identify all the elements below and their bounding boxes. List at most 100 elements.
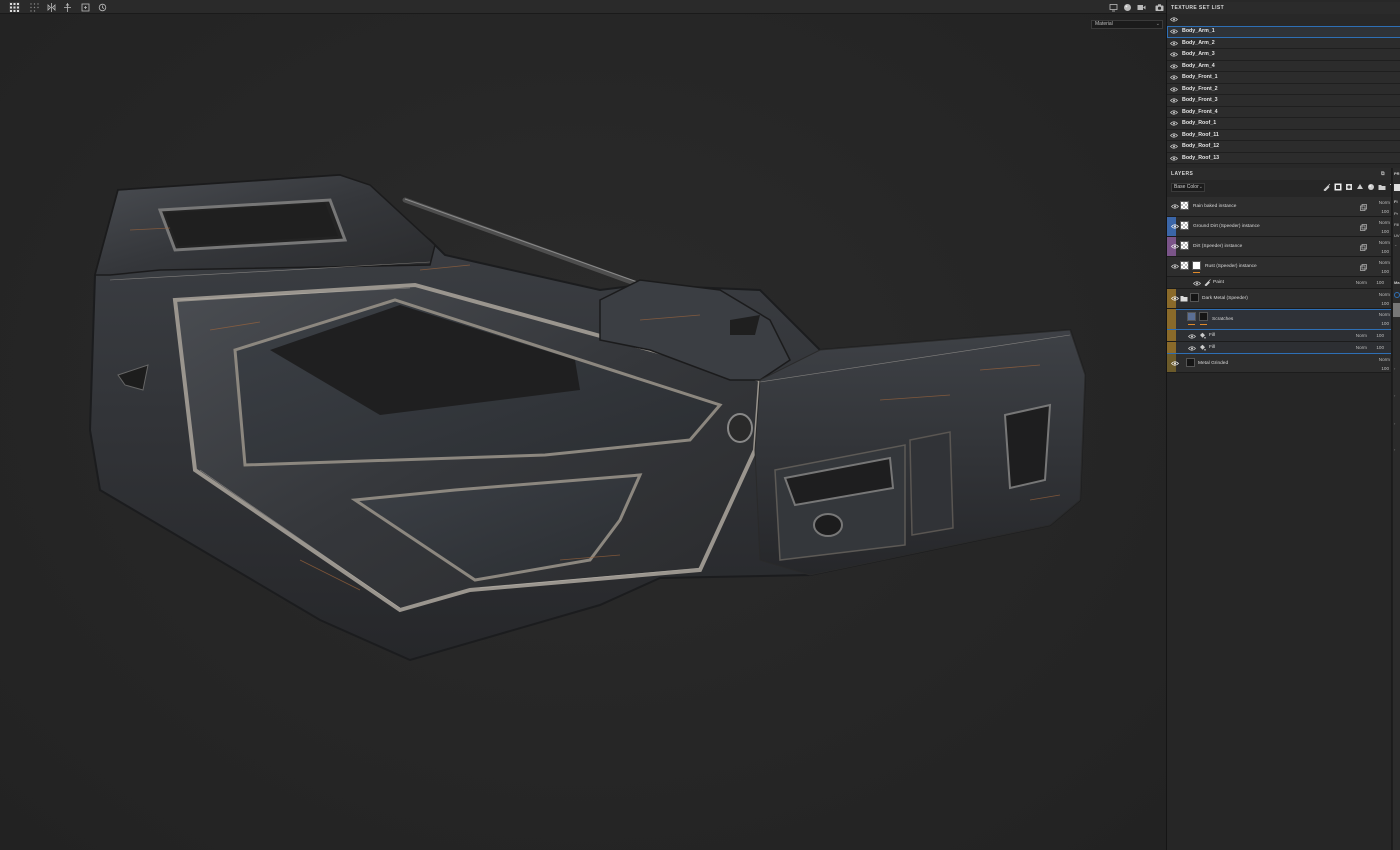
folder-icon[interactable] xyxy=(1180,295,1188,302)
eye-icon[interactable] xyxy=(1170,98,1178,103)
opacity-value[interactable]: 100 xyxy=(1381,321,1389,326)
blend-mode[interactable]: Norm xyxy=(1379,240,1390,245)
eye-icon[interactable] xyxy=(1171,244,1179,249)
dots-grid-icon[interactable] xyxy=(29,2,40,12)
properties-panel-collapsed[interactable]: PR Fi Pr Fill UV ⌄ Ma › › › › xyxy=(1392,168,1400,850)
eye-toggle-all-icon[interactable] xyxy=(1170,17,1178,22)
material-swatch[interactable] xyxy=(1393,303,1400,317)
eye-icon[interactable] xyxy=(1170,40,1178,46)
layer-row[interactable]: Rain baked instance Norm 100 xyxy=(1167,197,1400,217)
chevron-right-icon[interactable]: › xyxy=(1394,393,1395,398)
chevron-right-icon[interactable]: › xyxy=(1394,421,1395,426)
layer-row[interactable]: Dark Metal (Speeder) Norm 100 xyxy=(1167,289,1400,309)
blend-mode[interactable]: Norm xyxy=(1379,220,1390,225)
texture-set-item[interactable]: Body_Roof_13 xyxy=(1167,152,1400,164)
opacity-value[interactable]: 100 xyxy=(1376,333,1384,338)
blend-mode[interactable]: Norm xyxy=(1356,345,1367,350)
3d-viewport[interactable]: Material ⌄ xyxy=(0,14,1166,850)
opacity-value[interactable]: 100 xyxy=(1381,209,1389,214)
eye-icon[interactable] xyxy=(1170,86,1178,92)
eye-icon[interactable] xyxy=(1171,204,1179,209)
camera-icon[interactable] xyxy=(1154,2,1165,12)
copy-icon[interactable] xyxy=(1360,264,1367,271)
chevron-right-icon[interactable]: › xyxy=(1394,447,1395,452)
layer-mask-thumbnail[interactable] xyxy=(1186,358,1195,367)
material-toggle-icon[interactable] xyxy=(1394,292,1400,298)
layer-row[interactable]: Metal Grinded Norm 100 xyxy=(1167,354,1400,373)
eye-icon[interactable] xyxy=(1171,361,1179,366)
blend-mode[interactable]: Norm xyxy=(1379,200,1390,205)
add-effect-icon[interactable] xyxy=(1356,183,1364,191)
add-fill-layer-icon[interactable] xyxy=(1334,183,1342,191)
copy-icon[interactable] xyxy=(1360,244,1367,251)
copy-icon[interactable] xyxy=(1360,224,1367,231)
eye-icon[interactable] xyxy=(1171,264,1179,269)
chevron-down-icon[interactable]: ⌄ xyxy=(1394,242,1397,247)
texture-set-item[interactable]: Body_Roof_1 xyxy=(1167,118,1400,130)
texture-set-item[interactable]: Body_Front_4 xyxy=(1167,106,1400,118)
opacity-value[interactable]: 100 xyxy=(1381,249,1389,254)
opacity-value[interactable]: 100 xyxy=(1376,280,1384,285)
layer-row[interactable]: Fill Norm 100 xyxy=(1167,342,1400,354)
material-dropdown[interactable]: Material ⌄ xyxy=(1091,20,1163,29)
copy-icon[interactable] xyxy=(1360,204,1367,211)
layer-row-selected[interactable]: Scratches Norm 100 xyxy=(1167,309,1400,330)
eye-icon[interactable] xyxy=(1188,346,1196,351)
layer-row[interactable]: Rust (Speeder) instance Norm 100 xyxy=(1167,257,1400,277)
layer-mask-thumbnail[interactable] xyxy=(1192,261,1201,270)
eye-icon[interactable] xyxy=(1170,121,1178,126)
mirror-icon[interactable] xyxy=(46,2,57,12)
add-folder-icon[interactable] xyxy=(1378,183,1386,191)
eye-icon[interactable] xyxy=(1170,109,1178,115)
layer-row[interactable]: Paint Norm 100 xyxy=(1167,277,1400,289)
blend-mode[interactable]: Norm xyxy=(1356,333,1367,338)
eye-icon[interactable] xyxy=(1188,334,1196,339)
eye-icon[interactable] xyxy=(1171,296,1179,301)
blend-mode[interactable]: Norm xyxy=(1379,260,1390,265)
layer-mask-thumbnail[interactable] xyxy=(1199,312,1208,321)
texture-set-item[interactable]: Body_Front_2 xyxy=(1167,83,1400,95)
texture-set-item[interactable]: Body_Arm_3 xyxy=(1167,49,1400,61)
history-icon[interactable] xyxy=(97,2,108,12)
sphere-icon[interactable] xyxy=(1122,2,1133,12)
symmetry-icon[interactable] xyxy=(62,2,73,12)
eye-icon[interactable] xyxy=(1170,155,1178,161)
texture-set-item[interactable]: Body_Front_3 xyxy=(1167,95,1400,107)
opacity-value[interactable]: 100 xyxy=(1381,229,1389,234)
eye-icon[interactable] xyxy=(1193,281,1201,286)
eye-icon[interactable] xyxy=(1171,224,1179,229)
layer-row[interactable]: Fill Norm 100 xyxy=(1167,330,1400,342)
texture-set-item[interactable]: Body_Roof_11 xyxy=(1167,129,1400,141)
detach-icon[interactable]: ⧉ xyxy=(1381,168,1385,180)
texture-set-item[interactable]: Body_Arm_4 xyxy=(1167,60,1400,72)
texture-set-item[interactable]: Body_Roof_12 xyxy=(1167,141,1400,153)
blend-mode[interactable]: Norm xyxy=(1379,357,1390,362)
frame-icon[interactable] xyxy=(80,2,91,12)
opacity-value[interactable]: 100 xyxy=(1381,269,1389,274)
blend-mode[interactable]: Norm xyxy=(1356,280,1367,285)
eye-icon[interactable] xyxy=(1170,52,1178,57)
display-icon[interactable] xyxy=(1108,2,1119,12)
blend-mode[interactable]: Norm xyxy=(1379,312,1390,317)
texture-set-item[interactable]: Body_Front_1 xyxy=(1167,72,1400,84)
add-mask-icon[interactable] xyxy=(1345,183,1353,191)
smart-material-icon[interactable] xyxy=(1367,183,1375,191)
layer-mask-thumbnail[interactable] xyxy=(1190,293,1199,302)
video-icon[interactable] xyxy=(1136,2,1147,12)
eye-icon[interactable] xyxy=(1170,75,1178,80)
opacity-value[interactable]: 100 xyxy=(1381,366,1389,371)
layer-row[interactable]: Ground Dirt (Speeder) instance Norm 100 xyxy=(1167,217,1400,237)
channel-dropdown[interactable]: Base Color ⌄ xyxy=(1171,183,1205,192)
paint-brush-icon[interactable] xyxy=(1323,183,1331,191)
eye-icon[interactable] xyxy=(1170,144,1178,149)
texture-set-item[interactable]: Body_Arm_1 xyxy=(1167,26,1400,38)
opacity-value[interactable]: 100 xyxy=(1376,345,1384,350)
opacity-value[interactable]: 100 xyxy=(1381,301,1389,306)
eye-icon[interactable] xyxy=(1170,63,1178,69)
chevron-right-icon[interactable]: › xyxy=(1394,366,1395,371)
grid-icon[interactable] xyxy=(9,2,20,12)
blend-mode[interactable]: Norm xyxy=(1379,292,1390,297)
eye-icon[interactable] xyxy=(1170,29,1178,34)
eye-icon[interactable] xyxy=(1170,132,1178,138)
texture-set-item[interactable]: Body_Arm_2 xyxy=(1167,37,1400,49)
